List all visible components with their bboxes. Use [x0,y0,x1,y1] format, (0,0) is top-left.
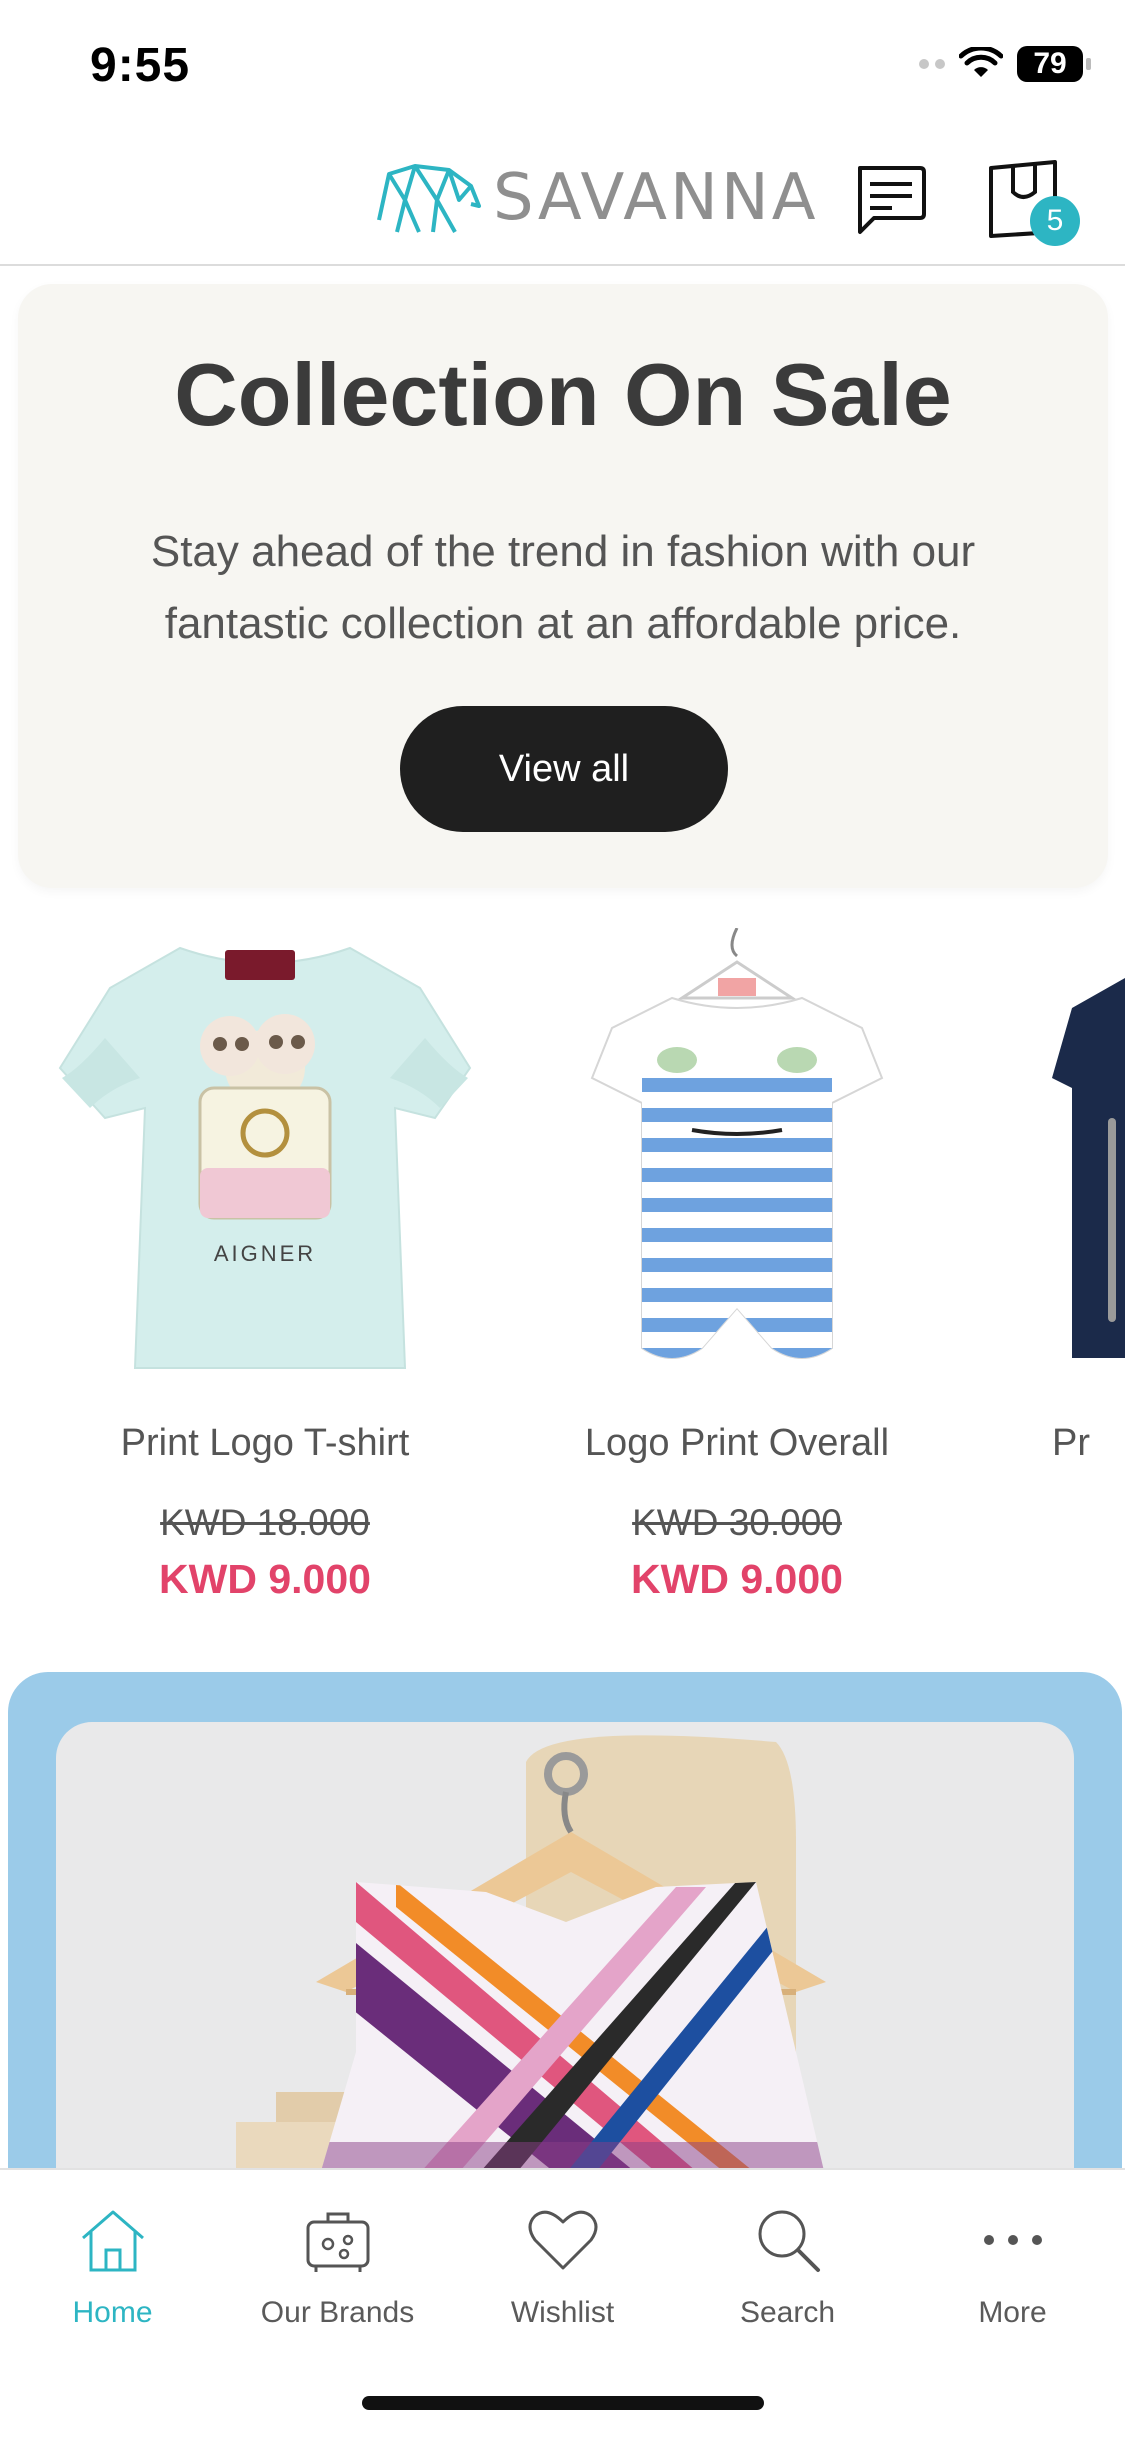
product-original-price: KWD 30.000 [632,1502,842,1543]
cellular-signal-icon [919,59,945,69]
product-name[interactable]: Pr [1052,1422,1090,1465]
nav-label: Search [739,2296,836,2329]
featured-banner[interactable] [8,1672,1122,2172]
nav-home[interactable]: Home [0,2200,225,2330]
nav-label: More [978,2296,1047,2329]
product-sale-price: KWD 9.000 [159,1556,371,1602]
home-indicator[interactable] [362,2396,764,2410]
product-card[interactable]: Logo Print Overall KWD 30.000 KWD 9.000 [522,918,952,1618]
logo-text: SAVANNA [493,161,819,235]
nav-label: Home [72,2296,153,2329]
svg-text:AIGNER: AIGNER [214,1241,316,1266]
battery-level: 79 [1033,47,1067,80]
product-original-price: KWD 18.000 [160,1502,370,1543]
cart-count-badge: 5 [1030,196,1080,246]
elephant-logo-icon [377,164,481,233]
promo-title: Collection On Sale [174,345,952,444]
scrollbar[interactable] [1108,1118,1116,1322]
brands-icon [306,2212,369,2272]
status-icons: 79 [919,46,1091,82]
dress-on-hanger-image [56,1722,1074,2172]
chat-icon [858,166,926,234]
search-icon [758,2210,820,2272]
battery-indicator: 79 [1017,46,1091,82]
wifi-icon [959,47,1003,77]
status-time: 9:55 [90,39,191,92]
chat-button[interactable] [850,160,930,240]
nav-label: Wishlist [510,2296,615,2329]
savanna-logo[interactable]: SAVANNA [375,160,819,236]
product-name[interactable]: Logo Print Overall [522,1422,952,1465]
product-name[interactable]: Print Logo T-shirt [50,1422,480,1465]
home-icon [81,2210,144,2272]
sale-promo-banner: Collection On Sale Stay ahead of the tre… [18,284,1108,888]
nav-wishlist[interactable]: Wishlist [450,2200,675,2330]
nav-more[interactable]: More [900,2200,1125,2330]
promo-description: Stay ahead of the trend in fashion with … [150,527,976,648]
product-card[interactable]: AIGNER Print Logo T-shirt KWD 18.000 KWD… [50,918,480,1618]
nav-label: Our Brands [260,2296,415,2329]
tshirt-product-image: AIGNER [58,946,472,1369]
more-icon [983,2235,1042,2245]
product-sale-price: KWD 9.000 [631,1556,843,1602]
app-header: SAVANNA 5 [0,130,1125,266]
status-bar: 9:55 79 [0,0,1125,130]
product-carousel[interactable]: AIGNER Print Logo T-shirt KWD 18.000 KWD… [0,918,1125,1618]
nav-our-brands[interactable]: Our Brands [225,2200,450,2330]
overall-product-image [590,928,884,1359]
heart-icon [528,2210,597,2270]
view-all-button[interactable]: View all [400,706,728,832]
nav-search[interactable]: Search [675,2200,900,2330]
